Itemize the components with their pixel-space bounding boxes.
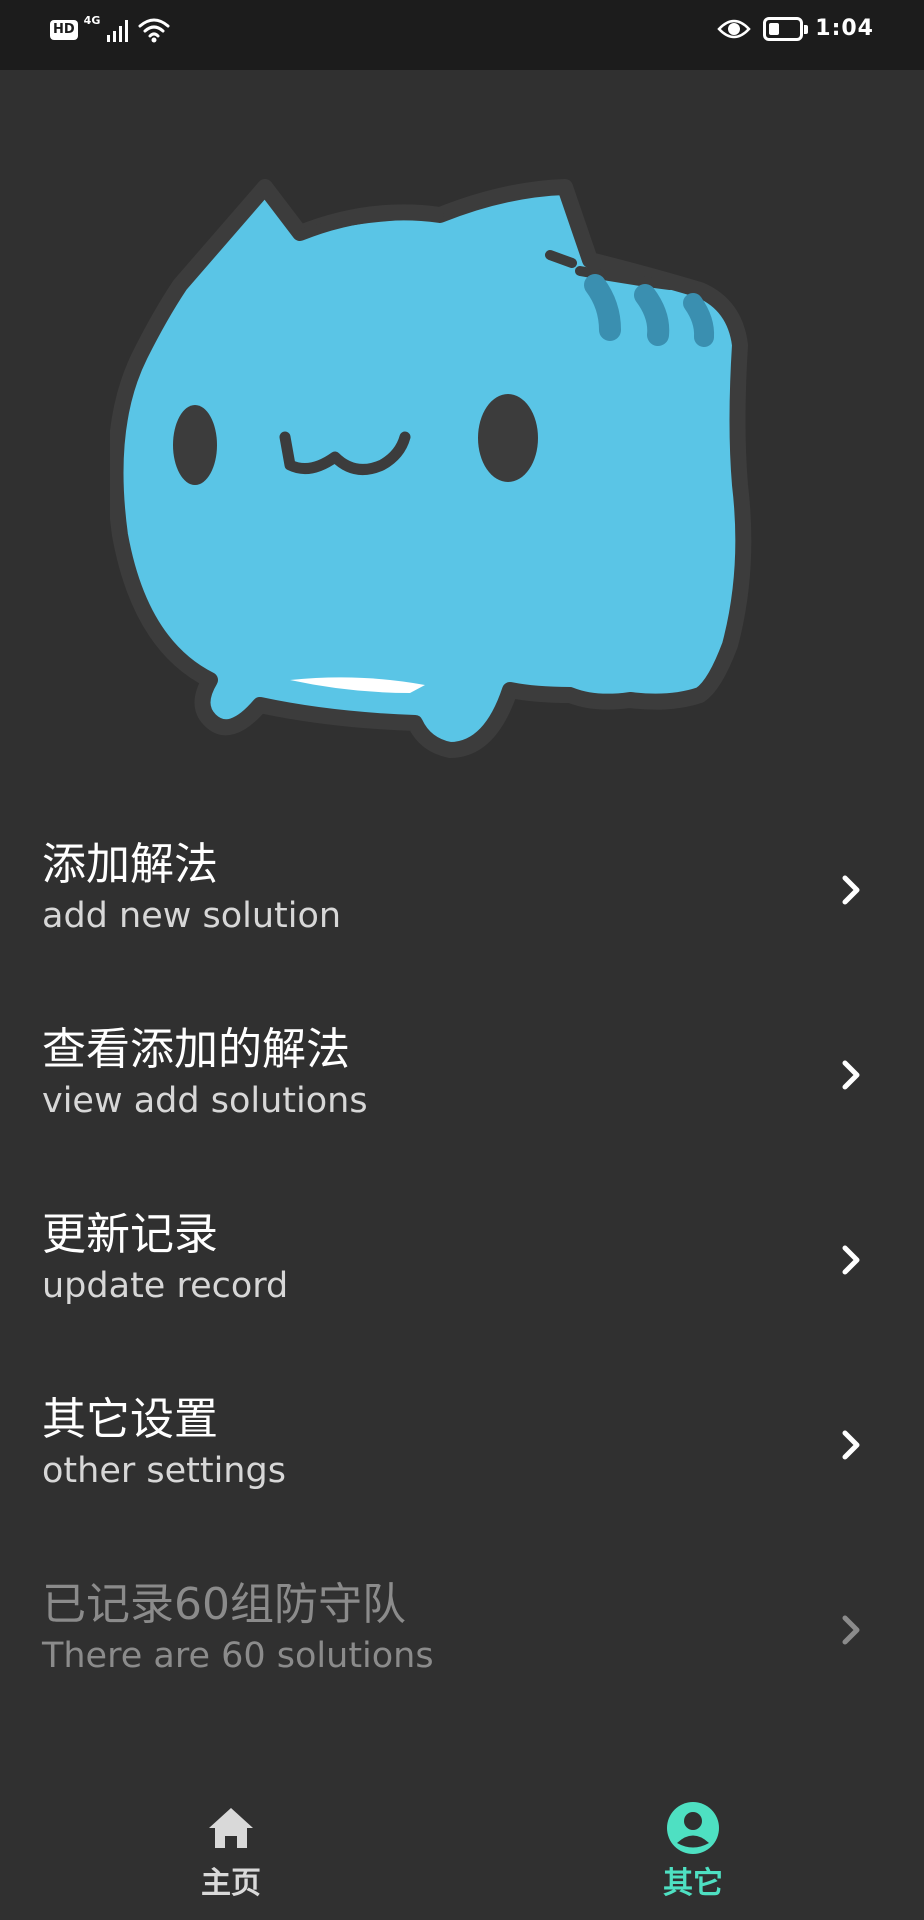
menu-item-title: 其它设置 <box>42 1394 218 1445</box>
chevron-right-icon <box>842 1615 860 1645</box>
status-left: HD 4G <box>50 13 170 44</box>
status-bar: HD 4G 1:04 <box>0 0 924 70</box>
nav-other-label: 其它 <box>663 1866 723 1901</box>
menu-item-solutions-count: 已记录60组防守队 There are 60 solutions <box>0 1540 924 1725</box>
menu-item-subtitle: update record <box>42 1266 289 1306</box>
menu-item-update-record[interactable]: 更新记录 update record <box>0 1170 924 1355</box>
hd-icon: HD <box>50 20 78 40</box>
battery-icon <box>763 16 809 41</box>
menu-item-view-solutions[interactable]: 查看添加的解法 view add solutions <box>0 985 924 1170</box>
menu-item-subtitle: There are 60 solutions <box>42 1636 434 1676</box>
menu-item-title: 已记录60组防守队 <box>42 1579 406 1630</box>
nav-home-label: 主页 <box>201 1866 261 1901</box>
nav-home-button[interactable]: 主页 <box>131 1800 331 1910</box>
menu-item-title: 查看添加的解法 <box>42 1024 350 1075</box>
menu-item-subtitle: other settings <box>42 1451 286 1491</box>
nav-other-button[interactable]: 其它 <box>593 1800 793 1910</box>
clock: 1:04 <box>815 16 874 41</box>
status-right: 1:04 <box>717 16 874 41</box>
chevron-right-icon <box>842 1430 860 1460</box>
menu-item-other-settings[interactable]: 其它设置 other settings <box>0 1355 924 1540</box>
menu-item-title: 更新记录 <box>42 1209 218 1260</box>
signal-icon <box>107 20 129 42</box>
account-circle-icon <box>667 1802 719 1854</box>
home-icon <box>209 1808 253 1848</box>
blue-cat-mascot-icon <box>110 179 752 758</box>
eye-icon <box>717 19 751 38</box>
network-type-label: 4G <box>83 13 101 27</box>
battery-cap <box>804 24 809 34</box>
chevron-right-icon <box>842 1245 860 1275</box>
wifi-icon <box>138 18 170 43</box>
menu-list: 添加解法 add new solution 查看添加的解法 view add s… <box>0 800 924 1725</box>
menu-item-title: 添加解法 <box>42 839 218 890</box>
chevron-right-icon <box>842 1060 860 1090</box>
menu-item-add-solution[interactable]: 添加解法 add new solution <box>0 800 924 985</box>
chevron-right-icon <box>842 875 860 905</box>
menu-item-subtitle: view add solutions <box>42 1081 368 1121</box>
bottom-nav: 主页 其它 <box>0 1790 924 1920</box>
battery-level <box>769 22 780 35</box>
menu-item-subtitle: add new solution <box>42 896 342 936</box>
